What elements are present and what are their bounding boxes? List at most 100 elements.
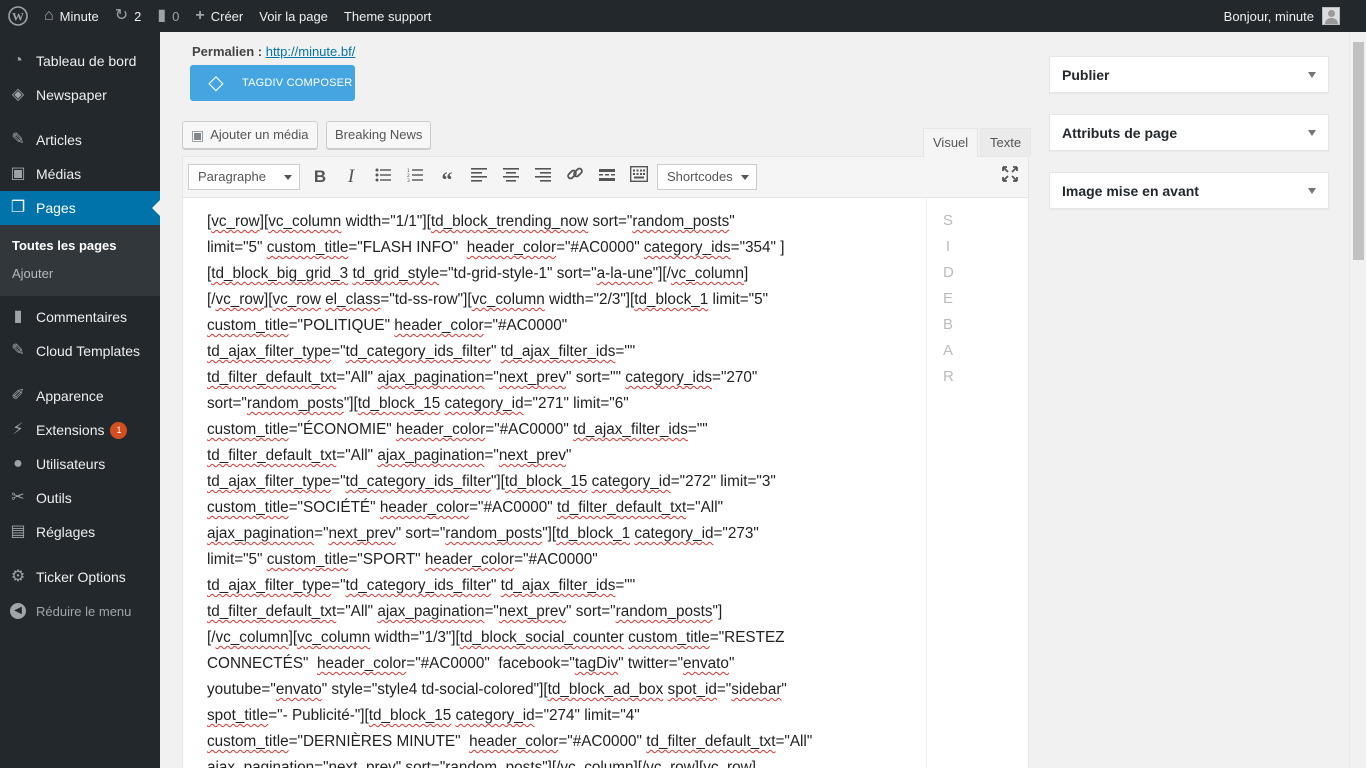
sidebar-item-newspaper[interactable]: ◈ Newspaper (0, 78, 160, 112)
numbered-list-button[interactable]: 123 (403, 165, 427, 189)
insert-link-button[interactable] (563, 165, 587, 189)
new-content-label: Créer (210, 8, 244, 24)
collapse-arrow-icon: ◀ (10, 603, 26, 619)
sidebar-item-extensions[interactable]: ⚡ Extensions 1 (0, 413, 160, 447)
align-left-button[interactable] (467, 165, 491, 189)
blockquote-button[interactable]: “ (435, 165, 459, 192)
wordpress-logo-icon[interactable]: W (0, 0, 36, 32)
admin-sidebar: ◔ Tableau de bord ◈ Newspaper ✎ Articles… (0, 32, 160, 768)
appearance-icon: ✐ (11, 387, 25, 404)
tools-icon: ✂ (11, 489, 25, 506)
comments-count: 0 (172, 8, 180, 24)
sidebar-item-appearance[interactable]: ✐ Apparence (0, 379, 160, 413)
align-right-icon (535, 168, 551, 182)
scrollbar-thumb[interactable] (1353, 42, 1364, 260)
content-line: td_ajax_filter_type="td_category_ids_fil… (207, 343, 636, 360)
tab-visual[interactable]: Visuel (923, 128, 979, 157)
read-more-button[interactable] (595, 165, 619, 189)
collapse-menu-button[interactable]: ◀ Réduire le menu (0, 594, 160, 628)
bullet-list-icon (375, 168, 391, 182)
updates-link[interactable]: ↻ 2 (107, 0, 150, 32)
gear-icon: ⚙ (10, 568, 26, 585)
dashboard-icon: ◔ (13, 52, 23, 69)
breaking-news-button[interactable]: Breaking News (326, 121, 432, 149)
content-line: custom_title="ÉCONOMIE" header_color="#A… (207, 421, 708, 438)
sidebar-letter: A (943, 342, 954, 359)
page-attributes-metabox[interactable]: Attributs de page (1049, 114, 1329, 151)
view-page-link[interactable]: Voir la page (251, 0, 336, 32)
add-media-label: Ajouter un média (210, 127, 309, 142)
sidebar-item-dashboard[interactable]: ◔ Tableau de bord (0, 44, 160, 78)
svg-text:W: W (12, 10, 24, 24)
italic-button[interactable]: I (339, 165, 363, 189)
svg-text:3: 3 (407, 178, 410, 182)
tab-text[interactable]: Texte (980, 128, 1032, 156)
theme-support-label: Theme support (343, 8, 432, 24)
sidebar-item-label: Réglages (36, 524, 96, 540)
site-name-link[interactable]: ⌂ Minute (36, 0, 107, 32)
sidebar-item-label: Commentaires (36, 309, 128, 325)
sidebar-letter: S (943, 212, 954, 229)
new-content-link[interactable]: + Créer (187, 0, 251, 32)
bullet-list-button[interactable] (371, 165, 395, 189)
sidebar-item-comments[interactable]: ▮ Commentaires (0, 300, 160, 334)
align-center-button[interactable] (499, 165, 523, 189)
sidebar-item-cloud-templates[interactable]: ✎ Cloud Templates (0, 334, 160, 368)
toggle-arrow-icon[interactable] (1308, 129, 1316, 136)
submenu-add-page[interactable]: Ajouter (0, 260, 160, 288)
comments-icon: ▮ (13, 308, 23, 325)
tagdiv-composer-button[interactable]: ◇ TAGDIV COMPOSER (190, 65, 355, 101)
content-line: td_filter_default_txt="All" ajax_paginat… (207, 447, 572, 464)
align-right-button[interactable] (531, 165, 555, 189)
submenu-all-pages[interactable]: Toutes les pages (0, 232, 160, 260)
content-line: ajax_pagination="next_prev" sort="random… (207, 525, 759, 542)
publish-metabox[interactable]: Publier (1049, 56, 1329, 93)
sidebar-item-label: Tableau de bord (36, 53, 137, 69)
page-scrollbar[interactable] (1349, 32, 1366, 768)
toggle-arrow-icon[interactable] (1308, 71, 1316, 78)
page-attributes-metabox-title: Attributs de page (1062, 124, 1178, 141)
permalink-label: Permalien : (192, 44, 263, 59)
bold-button[interactable]: B (308, 165, 332, 189)
fullscreen-button[interactable] (998, 165, 1022, 189)
content-line: [/vc_column][vc_column width="1/3"][td_b… (207, 629, 785, 646)
sidebar-item-ticker-options[interactable]: ⚙ Ticker Options (0, 560, 160, 594)
sidebar-item-label: Cloud Templates (36, 343, 141, 359)
sidebar-item-medias[interactable]: ▣ Médias (0, 157, 160, 191)
add-media-button[interactable]: ▣ Ajouter un média (182, 121, 318, 149)
sidebar-item-label: Pages (36, 200, 76, 216)
toggle-arrow-icon[interactable] (1308, 187, 1316, 194)
align-center-icon (503, 168, 519, 182)
pages-icon: ❐ (10, 199, 26, 216)
sidebar-letter: D (943, 264, 954, 281)
toolbar-toggle-button[interactable] (627, 165, 651, 189)
shortcodes-select[interactable]: Shortcodes (657, 164, 757, 190)
sidebar-placeholder-column: SIDEBAR (926, 199, 1028, 768)
read-more-icon (599, 169, 615, 181)
sidebar-item-settings[interactable]: ▤ Réglages (0, 515, 160, 549)
sidebar-item-pages[interactable]: ❐ Pages (0, 191, 160, 225)
comments-link[interactable]: ▮ 0 (149, 0, 187, 32)
plugins-icon: ⚡ (12, 421, 24, 438)
my-account-link[interactable]: Bonjour, minute (1216, 0, 1366, 32)
media-icon: ▣ (191, 127, 205, 143)
theme-support-link[interactable]: Theme support (336, 0, 439, 32)
permalink-url[interactable]: http://minute.bf/ (266, 44, 356, 59)
editor-content[interactable]: [vc_row][vc_column width="1/1"][td_block… (183, 199, 926, 768)
sidebar-item-label: Médias (36, 166, 82, 182)
sidebar-item-users[interactable]: ● Utilisateurs (0, 447, 160, 481)
sidebar-item-label: Utilisateurs (36, 456, 106, 472)
pin-icon: ✎ (11, 342, 25, 359)
avatar (1322, 7, 1340, 25)
content-line: sort="random_posts"][td_block_15 categor… (207, 395, 629, 412)
content-line: custom_title="POLITIQUE" header_color="#… (207, 317, 568, 334)
format-select[interactable]: Paragraphe (188, 164, 300, 190)
updates-icon: ↻ (114, 7, 129, 24)
sidebar-item-label: Outils (36, 490, 72, 506)
tagdiv-composer-label: TAGDIV COMPOSER (242, 77, 353, 89)
sidebar-item-articles[interactable]: ✎ Articles (0, 123, 160, 157)
featured-image-metabox[interactable]: Image mise en avant (1049, 172, 1329, 209)
permalink: Permalien : http://minute.bf/ (192, 44, 355, 59)
content-line: td_ajax_filter_type="td_category_ids_fil… (207, 473, 776, 490)
sidebar-item-tools[interactable]: ✂ Outils (0, 481, 160, 515)
